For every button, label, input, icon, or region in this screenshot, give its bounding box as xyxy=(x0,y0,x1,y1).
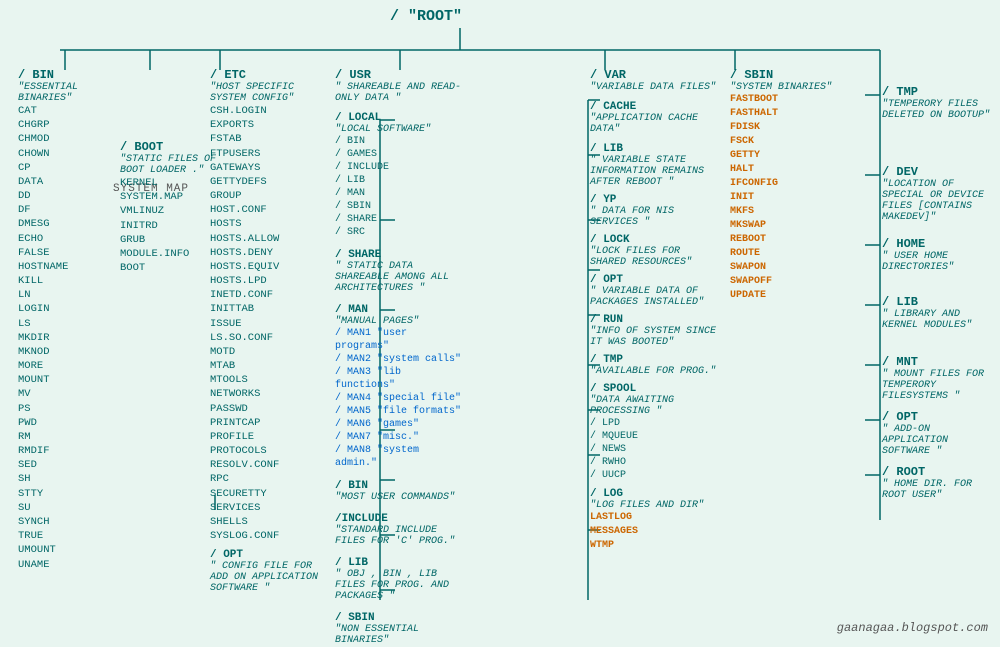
right-tmp: / TMP "TEMPERORY FILES DELETED ON BOOTUP… xyxy=(882,85,997,121)
etc-column: / ETC "HOST SPECIFIC SYSTEM CONFIG" CSH.… xyxy=(210,68,320,594)
tree-lines xyxy=(0,0,1000,647)
usr-man: / MAN "MANUAL PAGES" / MAN1 "user progra… xyxy=(335,304,465,470)
right-root: / ROOT " HOME DIR. FOR ROOT USER" xyxy=(882,465,997,501)
right-lib: / LIB " LIBRARY AND KERNEL MODULES" xyxy=(882,295,997,331)
var-opt: / OPT " VARIABLE DATA OF PACKAGES INSTAL… xyxy=(590,274,720,308)
etc-opt: / OPT " CONFIG FILE FOR ADD ON APPLICATI… xyxy=(210,549,320,594)
var-spool: / SPOOL "DATA AWAITING PROCESSING " / LP… xyxy=(590,383,720,482)
root-label: / "ROOT" xyxy=(390,8,462,25)
boot-items: KERNEL SYSTEM.MAP VMLINUZ INITRD GRUB MO… xyxy=(120,176,220,275)
right-mnt: / MNT " MOUNT FILES FOR TEMPERORY FILESY… xyxy=(882,355,997,402)
usr-lib: / LIB " OBJ , BIN , LIB FILES FOR PROG. … xyxy=(335,557,465,602)
etc-items: CSH.LOGIN EXPORTS FSTAB FTPUSERS GATEWAY… xyxy=(210,104,320,543)
bin-column: / BIN "ESSENTIAL BINARIES" CAT CHGRP CHM… xyxy=(18,68,128,572)
sbin-column: / SBIN "SYSTEM BINARIES" FASTBOOT FASTHA… xyxy=(730,68,840,303)
sbin-desc: "SYSTEM BINARIES" xyxy=(730,82,840,93)
var-lock: / LOCK "LOCK FILES FOR SHARED RESOURCES" xyxy=(590,234,720,268)
boot-desc: "STATIC FILES OF BOOT LOADER ." xyxy=(120,154,220,176)
bin-title: / BIN xyxy=(18,68,128,82)
usr-sbin: / SBIN "NON ESSENTIAL BINARIES" xyxy=(335,612,465,646)
var-desc: "VARIABLE DATA FILES" xyxy=(590,82,720,93)
right-opt: / OPT " ADD-ON APPLICATION SOFTWARE " xyxy=(882,410,997,457)
right-dev: / DEV "LOCATION OF SPECIAL OR DEVICE FIL… xyxy=(882,165,997,223)
var-column: / VAR "VARIABLE DATA FILES" / CACHE "APP… xyxy=(590,68,720,553)
etc-desc: "HOST SPECIFIC SYSTEM CONFIG" xyxy=(210,82,320,104)
usr-column: / USR " SHAREABLE AND READ-ONLY DATA " /… xyxy=(335,68,465,646)
page-container: / "ROOT" SYSTEM MAP / BIN "ESSENTIAL BIN… xyxy=(0,0,1000,647)
sbin-items: FASTBOOT FASTHALT FDISK FSCK GETTY HALT … xyxy=(730,93,840,303)
watermark: gaanagaa.blogspot.com xyxy=(837,621,988,635)
var-tmp: / TMP "AVAILABLE FOR PROG." xyxy=(590,354,720,377)
var-cache: / CACHE "APPLICATION CACHE DATA" xyxy=(590,101,720,135)
usr-local: / LOCAL "LOCAL SOFTWARE" / BIN / GAMES /… xyxy=(335,112,465,239)
var-log: / LOG "LOG FILES AND DIR" LASTLOG MESSAG… xyxy=(590,488,720,553)
sbin-title: / SBIN xyxy=(730,68,840,82)
var-title: / VAR xyxy=(590,68,720,82)
usr-bin: / BIN "MOST USER COMMANDS" xyxy=(335,480,465,503)
usr-desc: " SHAREABLE AND READ-ONLY DATA " xyxy=(335,82,465,104)
bin-desc: "ESSENTIAL BINARIES" xyxy=(18,82,128,104)
bin-items: CAT CHGRP CHMOD CHOWN CP DATA DD DF DMES… xyxy=(18,104,128,572)
var-lib: / LIB " VARIABLE STATE INFORMATION REMAI… xyxy=(590,143,720,188)
etc-title: / ETC xyxy=(210,68,320,82)
usr-title: / USR xyxy=(335,68,465,82)
right-home: / HOME " USER HOME DIRECTORIES" xyxy=(882,237,997,273)
usr-include: /INCLUDE "STANDARD INCLUDE FILES FOR 'C'… xyxy=(335,513,465,547)
usr-share: / SHARE " STATIC DATA SHAREABLE AMONG AL… xyxy=(335,249,465,294)
boot-title: / BOOT xyxy=(120,140,220,154)
var-run: / RUN "INFO OF SYSTEM SINCE IT WAS BOOTE… xyxy=(590,314,720,348)
boot-column: / BOOT "STATIC FILES OF BOOT LOADER ." K… xyxy=(120,140,220,275)
var-yp: / YP " DATA FOR NIS SERVICES " xyxy=(590,194,720,228)
